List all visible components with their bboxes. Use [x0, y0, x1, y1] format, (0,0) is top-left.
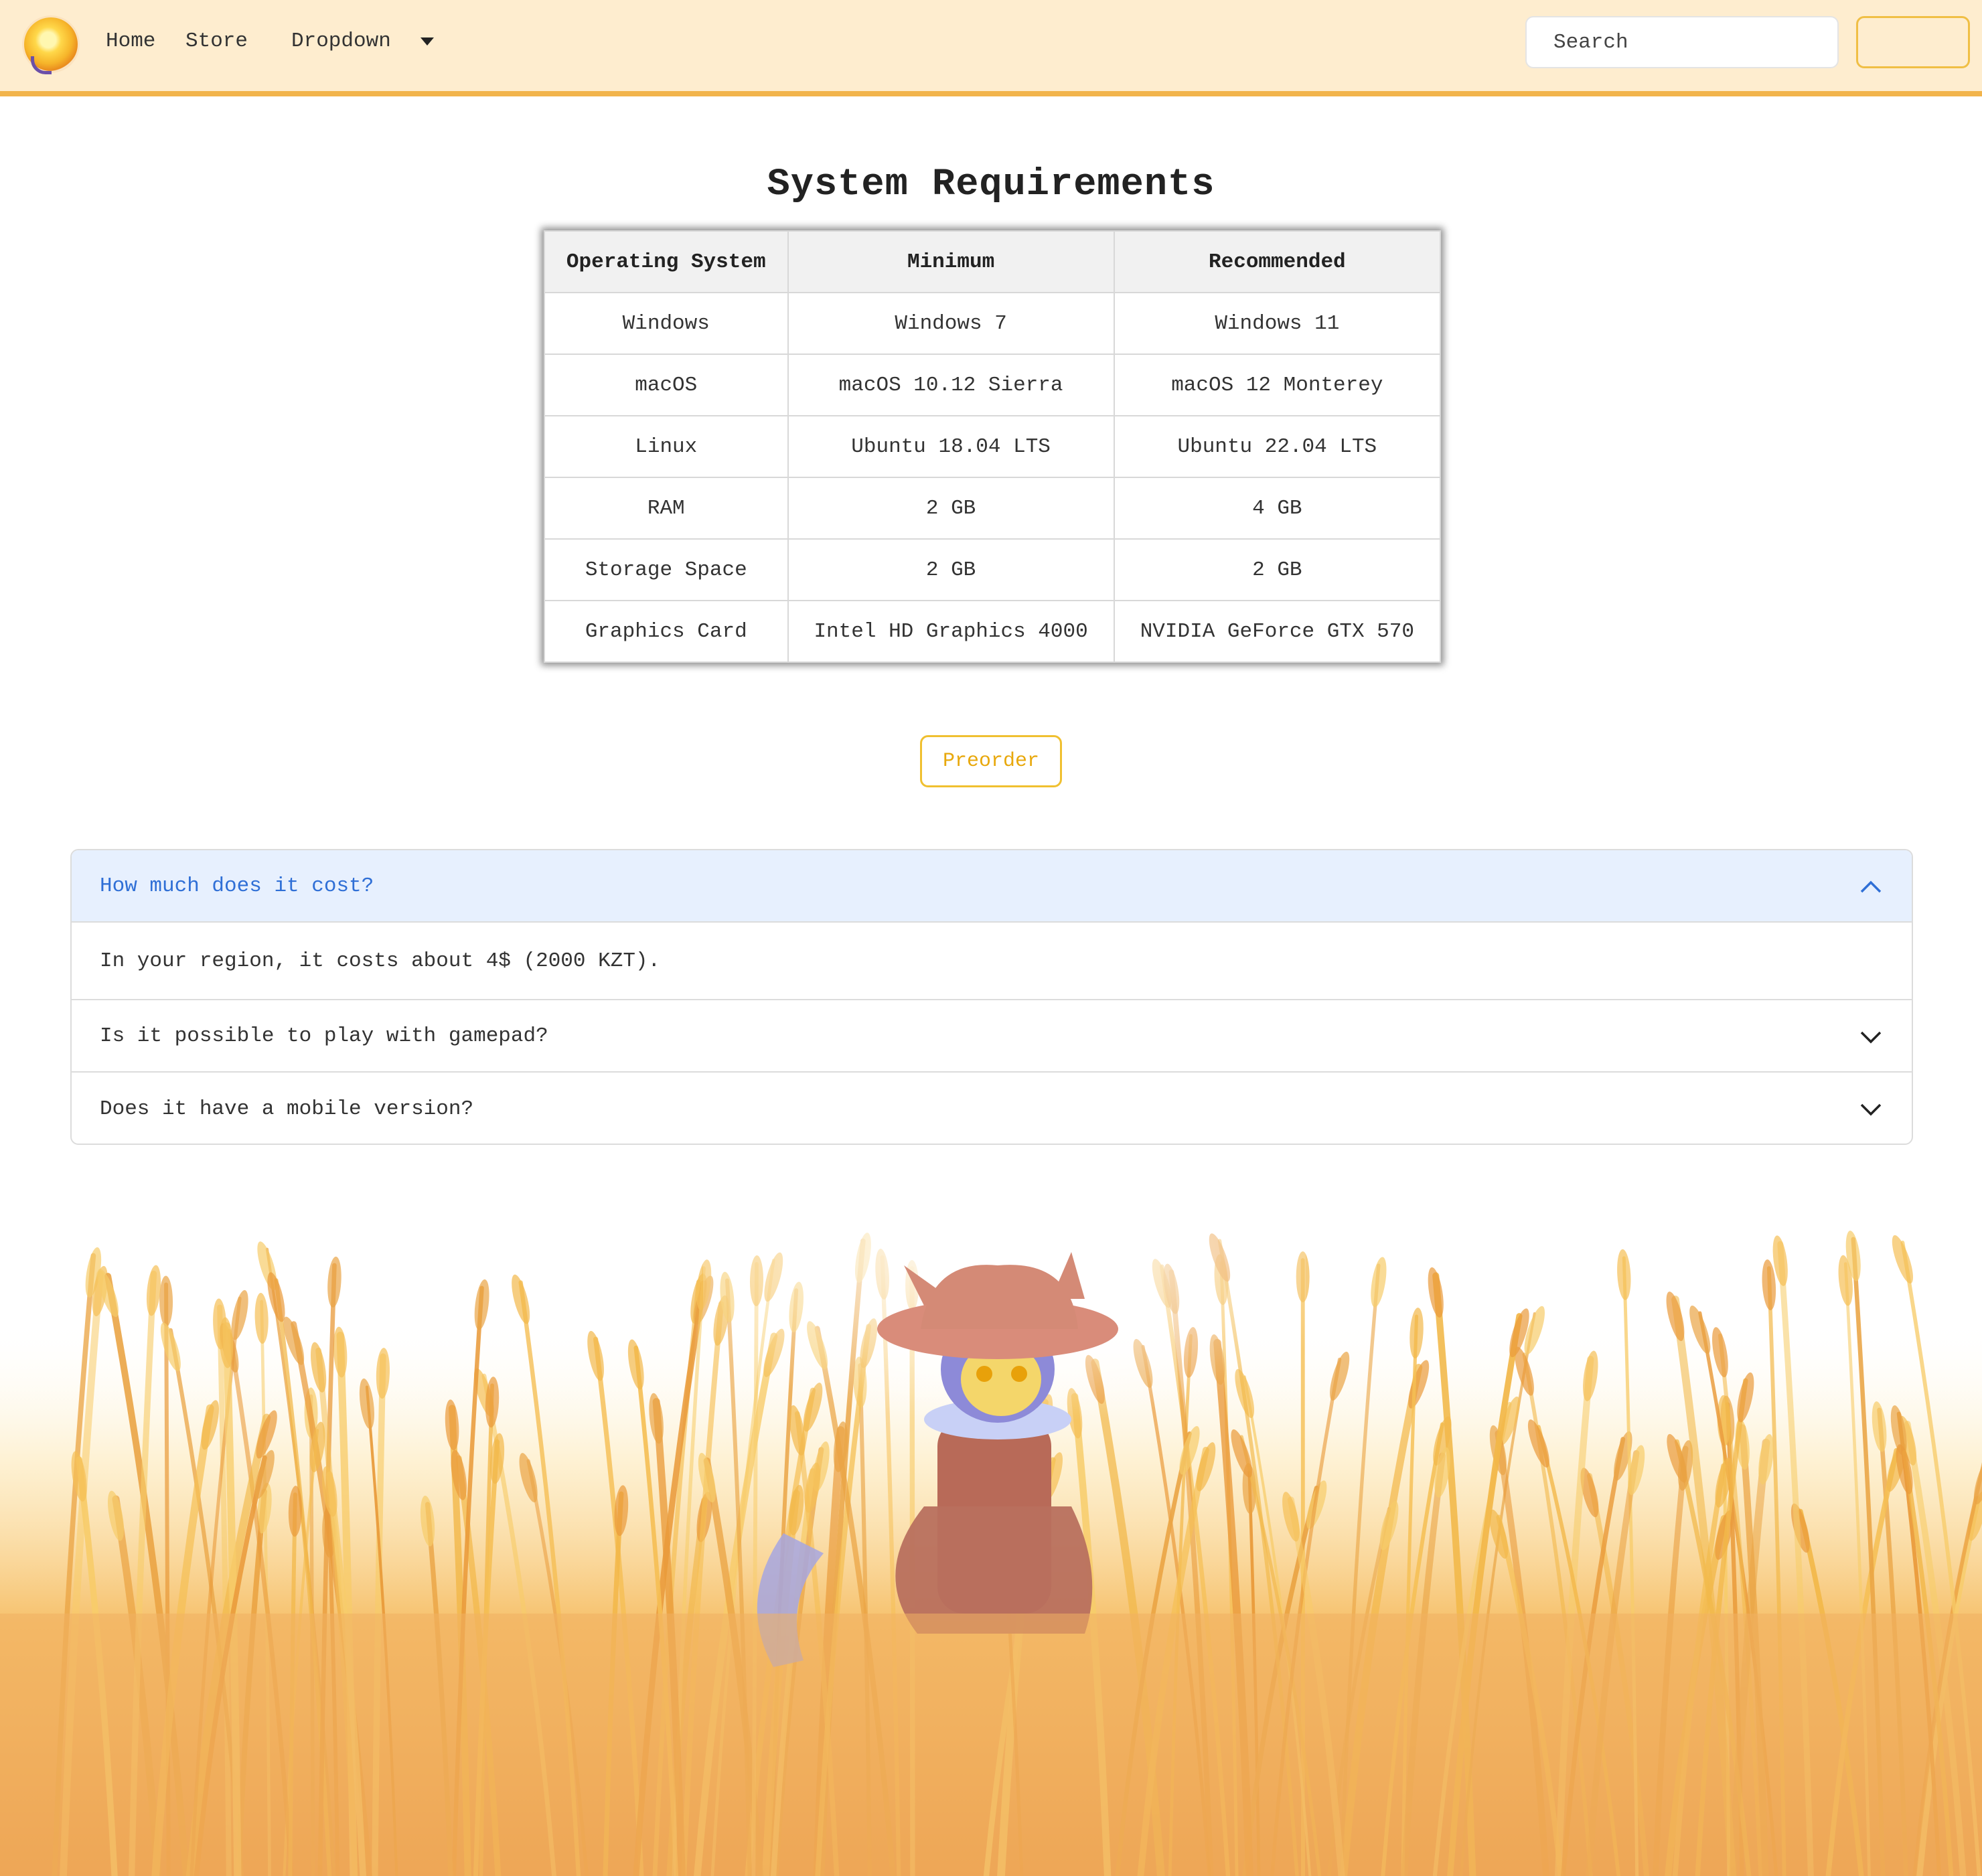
- faq-question-cost[interactable]: How much does it cost?: [72, 850, 1912, 923]
- table-cell: macOS 10.12 Sierra: [787, 354, 1115, 416]
- table-cell: NVIDIA GeForce GTX 570: [1113, 600, 1442, 663]
- table-cell: 2 GB: [787, 477, 1115, 540]
- table-header: Operating System: [544, 230, 789, 293]
- wheat-field-illustration: [0, 1198, 1982, 1876]
- table-cell: 4 GB: [1113, 477, 1442, 540]
- caret-down-icon[interactable]: [421, 37, 434, 46]
- search-input[interactable]: [1525, 16, 1839, 68]
- table-row: RAM 2 GB 4 GB: [544, 477, 1442, 540]
- nav-link-home[interactable]: Home: [106, 29, 155, 53]
- nav-dropdown-toggle[interactable]: Dropdown: [291, 29, 391, 53]
- table-cell: 2 GB: [787, 538, 1115, 601]
- table-header: Minimum: [787, 230, 1115, 293]
- faq-answer-text: In your region, it costs about 4$ (2000 …: [100, 949, 661, 973]
- table-cell: RAM: [544, 477, 789, 540]
- nav-link-store[interactable]: Store: [185, 29, 248, 53]
- table-cell: Windows 11: [1113, 292, 1442, 355]
- table-header: Recommended: [1113, 230, 1442, 293]
- table-cell: Linux: [544, 415, 789, 478]
- table-cell: macOS 12 Monterey: [1113, 354, 1442, 416]
- system-requirements-table: Operating System Minimum Recommended Win…: [544, 230, 1442, 663]
- table-cell: Ubuntu 22.04 LTS: [1113, 415, 1442, 478]
- faq-accordion: How much does it cost? In your region, i…: [70, 849, 1913, 1145]
- table-cell: Storage Space: [544, 538, 789, 601]
- faq-question-label: Does it have a mobile version?: [100, 1097, 474, 1121]
- faq-question-mobile[interactable]: Does it have a mobile version?: [72, 1073, 1912, 1144]
- page-title: System Requirements: [767, 163, 1215, 206]
- table-row: Graphics Card Intel HD Graphics 4000 NVI…: [544, 600, 1442, 663]
- table-row: Linux Ubuntu 18.04 LTS Ubuntu 22.04 LTS: [544, 415, 1442, 478]
- table-cell: macOS: [544, 354, 789, 416]
- chevron-up-icon[interactable]: [1859, 876, 1882, 898]
- table-row: Storage Space 2 GB 2 GB: [544, 538, 1442, 601]
- faq-question-label: How much does it cost?: [100, 874, 374, 898]
- chevron-down-icon[interactable]: [1859, 1026, 1882, 1048]
- faq-question-gamepad[interactable]: Is it possible to play with gamepad?: [72, 1000, 1912, 1073]
- table-row: Windows Windows 7 Windows 11: [544, 292, 1442, 355]
- table-cell: Graphics Card: [544, 600, 789, 663]
- table-cell: Windows 7: [787, 292, 1115, 355]
- table-cell: Windows: [544, 292, 789, 355]
- navbar: Home Store Dropdown: [0, 0, 1982, 96]
- table-header-row: Operating System Minimum Recommended: [544, 230, 1442, 293]
- faq-answer-cost: In your region, it costs about 4$ (2000 …: [72, 923, 1912, 1000]
- table-cell: Intel HD Graphics 4000: [787, 600, 1115, 663]
- table-cell: 2 GB: [1113, 538, 1442, 601]
- faq-question-label: Is it possible to play with gamepad?: [100, 1024, 548, 1048]
- logo-icon[interactable]: [24, 17, 78, 74]
- chevron-down-icon[interactable]: [1859, 1098, 1882, 1121]
- table-row: macOS macOS 10.12 Sierra macOS 12 Monter…: [544, 354, 1442, 416]
- preorder-button[interactable]: Preorder: [920, 735, 1062, 787]
- nav-action-button[interactable]: [1856, 16, 1970, 68]
- table-cell: Ubuntu 18.04 LTS: [787, 415, 1115, 478]
